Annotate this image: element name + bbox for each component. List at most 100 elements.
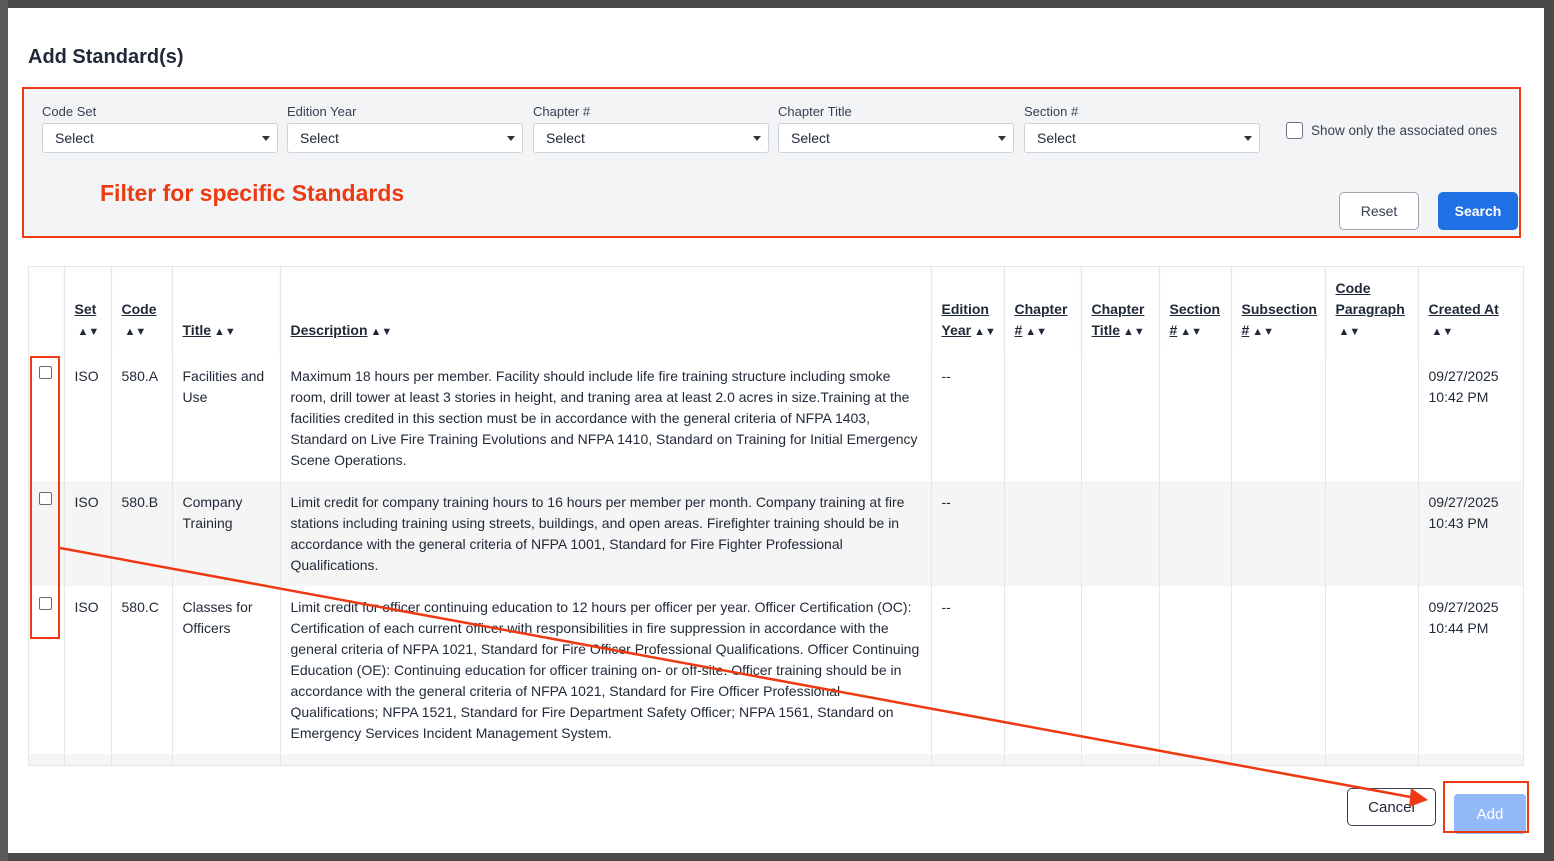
edition-year-filter: Edition Year Select — [287, 104, 523, 153]
title-header-label: Title — [182, 322, 212, 338]
chapter-title-filter: Chapter Title Select — [778, 104, 1014, 153]
cell-code: 580.A — [111, 355, 173, 481]
filler-cell — [111, 754, 173, 765]
add-button[interactable]: Add — [1454, 794, 1526, 834]
column-header-subsection-num[interactable]: Subsection # ▲▼ — [1231, 267, 1326, 355]
chapter-num-value: Select — [546, 130, 585, 146]
cell-set: ISO — [64, 586, 112, 754]
chapter-num-filter: Chapter # Select — [533, 104, 769, 153]
chapter-num-select[interactable]: Select — [533, 123, 769, 153]
sort-icon: ▲▼ — [1025, 326, 1048, 338]
column-header-title[interactable]: Title ▲▼ — [172, 267, 281, 355]
column-header-description[interactable]: Description ▲▼ — [280, 267, 932, 355]
backdrop — [0, 0, 8, 861]
cell-code-paragraph — [1325, 355, 1419, 481]
table-header-row: Set ▲▼ Code ▲▼ Title ▲▼ Description ▲▼ Editi… — [29, 267, 1523, 355]
cell-subsection-num — [1231, 586, 1326, 754]
cell-chapter-title — [1081, 355, 1160, 481]
cell-description: Limit credit for company training hours … — [280, 481, 932, 586]
code-set-select[interactable]: Select — [42, 123, 278, 153]
chevron-down-icon — [262, 136, 270, 141]
table-row: ISO 580.C Classes for Officers Limit cre… — [29, 586, 1523, 754]
cell-section-num — [1159, 355, 1232, 481]
code-set-label: Code Set — [42, 104, 97, 119]
filler-cell — [1418, 754, 1523, 765]
created-date: 09/27/2025 — [1428, 368, 1499, 384]
cell-title: Company Training — [172, 481, 281, 586]
cell-code: 580.B — [111, 481, 173, 586]
chapter-num-label: Chapter # — [533, 104, 591, 119]
filler-cell — [1004, 754, 1082, 765]
column-header-chapter-title[interactable]: Chapter Title ▲▼ — [1081, 267, 1160, 355]
column-header-chapter-num[interactable]: Chapter # ▲▼ — [1004, 267, 1082, 355]
table-row-partial — [29, 754, 1523, 765]
chevron-down-icon — [753, 136, 761, 141]
cell-code: 580.C — [111, 586, 173, 754]
chevron-down-icon — [507, 136, 515, 141]
filler-cell — [1325, 754, 1419, 765]
chapter-title-value: Select — [791, 130, 830, 146]
cell-created-at: 09/27/2025 10:42 PM — [1418, 355, 1523, 481]
edition-year-select[interactable]: Select — [287, 123, 523, 153]
created-time: 10:43 PM — [1428, 515, 1489, 531]
chevron-down-icon — [998, 136, 1006, 141]
cell-title: Classes for Officers — [172, 586, 281, 754]
section-num-select[interactable]: Select — [1024, 123, 1260, 153]
cell-code-paragraph — [1325, 481, 1419, 586]
sort-icon: ▲▼ — [1338, 326, 1361, 338]
row-checkbox[interactable] — [39, 597, 52, 610]
edition-year-value: Select — [300, 130, 339, 146]
column-header-set[interactable]: Set ▲▼ — [64, 267, 112, 355]
column-header-code-paragraph[interactable]: Code Paragraph ▲▼ — [1325, 267, 1419, 355]
associated-only-checkbox[interactable] — [1286, 122, 1303, 139]
cancel-button[interactable]: Cancel — [1347, 788, 1436, 826]
section-num-label: Section # — [1024, 104, 1079, 119]
created-date: 09/27/2025 — [1428, 599, 1499, 615]
created-at-header-label: Created At — [1428, 301, 1499, 317]
cell-subsection-num — [1231, 481, 1326, 586]
filter-panel: Code Set Select Edition Year Select Chap… — [24, 88, 1518, 238]
row-checkbox[interactable] — [39, 366, 52, 379]
set-header-label: Set — [74, 301, 97, 317]
created-time: 10:42 PM — [1428, 389, 1489, 405]
sort-icon: ▲▼ — [1431, 326, 1454, 338]
cell-edition-year: -- — [931, 586, 1005, 754]
cell-description: Maximum 18 hours per member. Facility sh… — [280, 355, 932, 481]
column-header-code[interactable]: Code ▲▼ — [111, 267, 173, 355]
column-header-created-at[interactable]: Created At ▲▼ — [1418, 267, 1523, 355]
column-header-edition-year[interactable]: Edition Year ▲▼ — [931, 267, 1005, 355]
cell-description: Limit credit for officer continuing educ… — [280, 586, 932, 754]
cell-code-paragraph — [1325, 586, 1419, 754]
cell-created-at: 09/27/2025 10:44 PM — [1418, 586, 1523, 754]
reset-button[interactable]: Reset — [1339, 192, 1419, 230]
sort-icon: ▲▼ — [214, 326, 236, 338]
table-row: ISO 580.B Company Training Limit credit … — [29, 481, 1523, 586]
edition-year-label: Edition Year — [287, 104, 357, 119]
code-set-value: Select — [55, 130, 94, 146]
cell-chapter-title — [1081, 586, 1160, 754]
cell-chapter-num — [1004, 481, 1082, 586]
cell-set: ISO — [64, 355, 112, 481]
filler-cell — [1159, 754, 1232, 765]
standards-table: Set ▲▼ Code ▲▼ Title ▲▼ Description ▲▼ Editi… — [28, 266, 1524, 766]
filler-cell — [280, 754, 932, 765]
filler-cell — [172, 754, 281, 765]
cell-created-at: 09/27/2025 10:43 PM — [1418, 481, 1523, 586]
filler-cell — [29, 754, 65, 765]
cell-edition-year: -- — [931, 355, 1005, 481]
cell-chapter-title — [1081, 481, 1160, 586]
chapter-title-select[interactable]: Select — [778, 123, 1014, 153]
associated-only-label: Show only the associated ones — [1311, 123, 1498, 138]
row-select-cell — [29, 355, 65, 481]
sort-icon: ▲▼ — [1123, 326, 1145, 338]
cell-chapter-num — [1004, 355, 1082, 481]
search-button[interactable]: Search — [1438, 192, 1518, 230]
created-time: 10:44 PM — [1428, 620, 1489, 636]
sort-icon: ▲▼ — [77, 326, 100, 338]
chevron-down-icon — [1244, 136, 1252, 141]
row-checkbox[interactable] — [39, 492, 52, 505]
filler-cell — [64, 754, 112, 765]
cell-subsection-num — [1231, 355, 1326, 481]
column-header-section-num[interactable]: Section # ▲▼ — [1159, 267, 1232, 355]
associated-only-toggle[interactable]: Show only the associated ones — [1286, 122, 1497, 139]
